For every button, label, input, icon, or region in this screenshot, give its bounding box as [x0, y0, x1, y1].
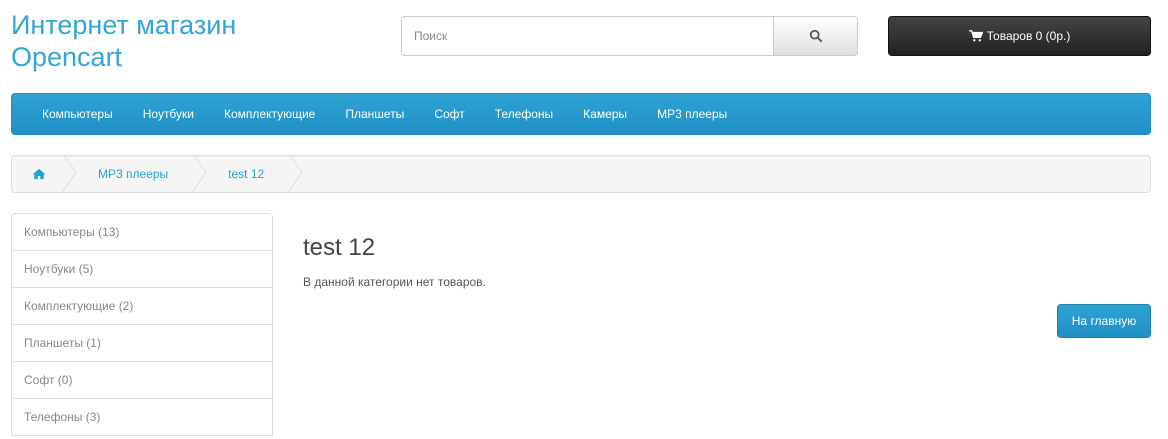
- logo-line-1: Интернет магазин: [11, 10, 237, 40]
- menu-item-mp3[interactable]: MP3 плееры: [642, 93, 742, 135]
- shopping-cart-icon: [968, 30, 983, 42]
- store-logo[interactable]: Интернет магазин Opencart: [11, 9, 311, 73]
- home-icon: [32, 168, 46, 180]
- search-button[interactable]: [773, 16, 858, 56]
- menu-item-tablets[interactable]: Планшеты: [330, 93, 419, 135]
- go-home-button[interactable]: На главную: [1057, 304, 1151, 338]
- search-input[interactable]: [401, 16, 773, 56]
- menu-item-computers[interactable]: Компьютеры: [27, 93, 128, 135]
- page-title: test 12: [303, 234, 376, 261]
- cart-button[interactable]: Товаров 0 (0р.): [888, 16, 1151, 56]
- main-menu: Компьютеры Ноутбуки Комплектующие Планше…: [11, 93, 1151, 135]
- logo-line-2: Opencart: [11, 42, 123, 72]
- cart-label: Товаров 0 (0р.): [986, 29, 1071, 43]
- menu-item-components[interactable]: Комплектующие: [209, 93, 330, 135]
- search-bar: [401, 16, 858, 56]
- menu-item-phones[interactable]: Телефоны: [480, 93, 568, 135]
- sidebar-item-components[interactable]: Комплектующие (2): [12, 288, 272, 325]
- menu-item-software[interactable]: Софт: [419, 93, 479, 135]
- sidebar-item-tablets[interactable]: Планшеты (1): [12, 325, 272, 362]
- breadcrumb-item-mp3[interactable]: MP3 плееры: [66, 156, 196, 192]
- breadcrumb-home[interactable]: [12, 156, 66, 192]
- breadcrumb-item-current[interactable]: test 12: [196, 156, 292, 192]
- sidebar-item-computers[interactable]: Компьютеры (13): [12, 214, 272, 251]
- sidebar-item-laptops[interactable]: Ноутбуки (5): [12, 251, 272, 288]
- search-icon: [809, 29, 822, 43]
- menu-item-laptops[interactable]: Ноутбуки: [128, 93, 209, 135]
- sidebar-item-phones[interactable]: Телефоны (3): [12, 399, 272, 436]
- sidebar-item-software[interactable]: Софт (0): [12, 362, 272, 399]
- menu-item-cameras[interactable]: Камеры: [568, 93, 642, 135]
- category-sidebar: Компьютеры (13) Ноутбуки (5) Комплектующ…: [11, 213, 273, 436]
- empty-category-message: В данной категории нет товаров.: [303, 275, 486, 289]
- breadcrumb: MP3 плееры test 12: [11, 155, 1151, 193]
